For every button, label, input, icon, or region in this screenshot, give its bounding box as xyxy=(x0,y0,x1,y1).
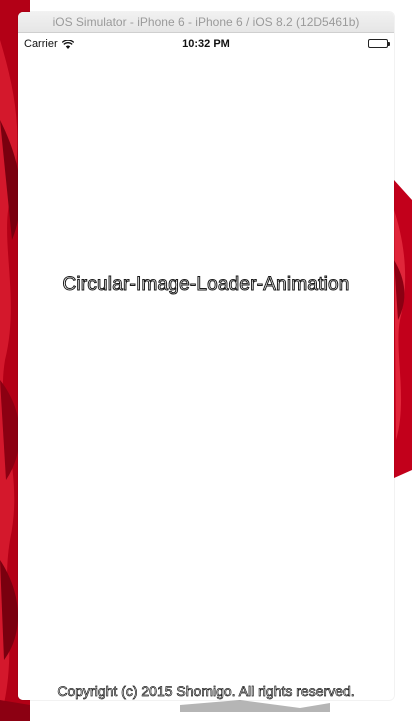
battery-icon xyxy=(368,39,390,48)
simulator-window: iOS Simulator - iPhone 6 - iPhone 6 / iO… xyxy=(18,12,394,700)
app-title: Circular-Image-Loader-Animation xyxy=(62,274,350,296)
carrier-label: Carrier xyxy=(24,38,58,50)
wifi-icon xyxy=(61,38,74,49)
app-screen: Circular-Image-Loader-Animation Copyrigh… xyxy=(18,55,394,700)
copyright-text: Copyright (c) 2015 Shomigo. All rights r… xyxy=(57,683,355,700)
desktop: iOS Simulator - iPhone 6 - iPhone 6 / iO… xyxy=(0,0,412,721)
simulator-titlebar[interactable]: iOS Simulator - iPhone 6 - iPhone 6 / iO… xyxy=(18,12,394,33)
status-time: 10:32 PM xyxy=(182,38,230,50)
simulator-title: iOS Simulator - iPhone 6 - iPhone 6 / iO… xyxy=(52,15,360,29)
status-bar: Carrier 10:32 PM xyxy=(18,33,394,55)
